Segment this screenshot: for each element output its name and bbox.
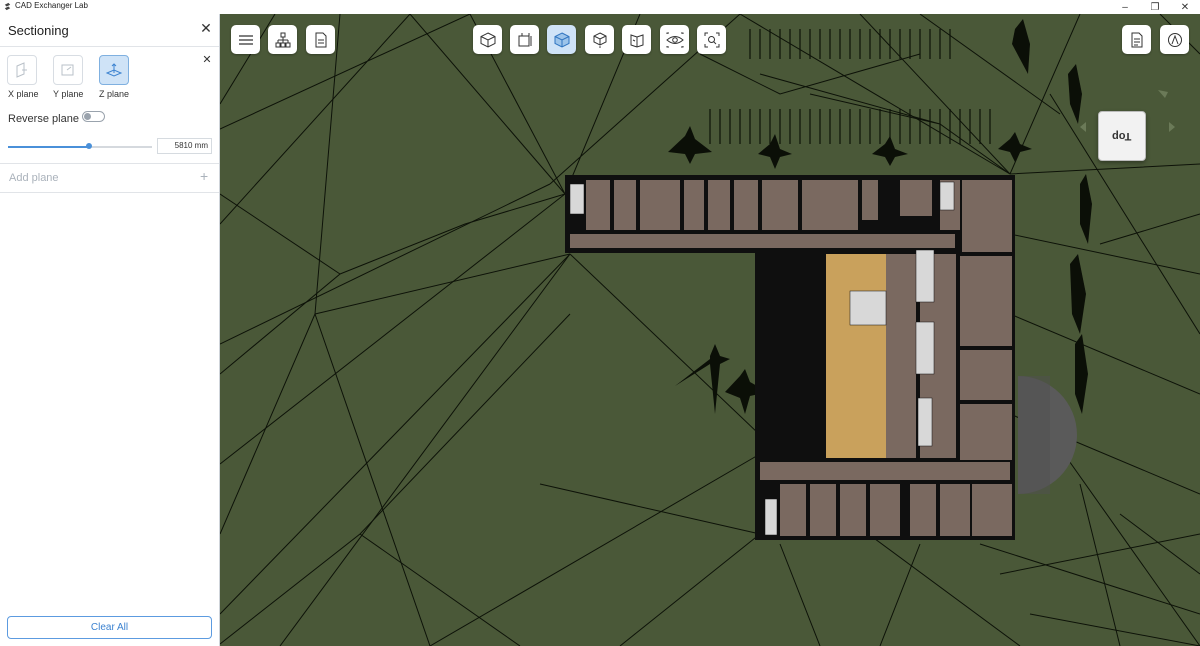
properties-icon: [315, 32, 326, 47]
window-close-button[interactable]: ✕: [1170, 0, 1200, 14]
add-plane-icon[interactable]: +: [200, 168, 208, 184]
display-mode-icon: [554, 31, 569, 48]
x-plane-icon: [16, 62, 27, 78]
shaded-view-button[interactable]: [473, 25, 502, 54]
document-button[interactable]: [1122, 25, 1151, 54]
app-logo-icon: [4, 2, 11, 11]
structure-tree-icon: [275, 32, 290, 47]
structure-tree-button[interactable]: [268, 25, 297, 54]
view-cube[interactable]: Top: [1098, 111, 1146, 161]
z-plane-button[interactable]: [99, 55, 129, 85]
visibility-button[interactable]: [660, 25, 689, 54]
document-icon: [1131, 32, 1142, 47]
close-plane-button[interactable]: ✕: [199, 51, 215, 67]
plane-position-slider[interactable]: [8, 143, 152, 149]
view-cube-face-label: Top: [1112, 130, 1132, 142]
add-plane-label: Add plane: [9, 172, 59, 184]
menu-button[interactable]: [231, 25, 260, 54]
z-plane-label: Z plane: [99, 89, 130, 99]
y-plane-label: Y plane: [53, 89, 84, 99]
window-title: CAD Exchanger Lab: [15, 1, 88, 10]
clear-all-button[interactable]: Clear All: [7, 616, 212, 639]
shaded-view-icon: [480, 31, 495, 48]
properties-button[interactable]: [306, 25, 335, 54]
measure-button[interactable]: [622, 25, 651, 54]
terrain-model: [220, 14, 1200, 646]
panel-header: Sectioning ✕: [0, 14, 219, 47]
visibility-icon: [665, 32, 684, 47]
3d-viewport[interactable]: Top: [220, 14, 1200, 646]
y-plane-button[interactable]: [53, 55, 83, 85]
sectioning-icon: [518, 32, 531, 46]
profile-button[interactable]: [1160, 25, 1189, 54]
fit-all-icon: [704, 32, 719, 47]
add-plane-row[interactable]: Add plane +: [0, 163, 219, 193]
close-panel-button[interactable]: ✕: [198, 20, 214, 36]
fit-all-button[interactable]: [697, 25, 726, 54]
display-mode-button[interactable]: [547, 25, 576, 54]
explode-button[interactable]: [585, 25, 614, 54]
profile-icon: [1167, 32, 1182, 47]
measure-icon: [630, 33, 643, 48]
restore-button[interactable]: ❐: [1140, 0, 1170, 14]
sectioning-panel: Sectioning ✕ ✕ X plane Y plane Z plane R…: [0, 14, 220, 646]
title-bar: CAD Exchanger Lab – ❐ ✕: [0, 0, 1200, 14]
plane-position-input[interactable]: 5810 mm: [157, 138, 212, 154]
sectioning-tool-button[interactable]: [510, 25, 539, 54]
y-plane-icon: [61, 64, 74, 76]
x-plane-label: X plane: [8, 89, 39, 99]
explode-icon: [593, 31, 606, 48]
reverse-plane-label: Reverse plane: [8, 113, 79, 125]
z-plane-icon: [105, 63, 123, 77]
reverse-plane-toggle[interactable]: [82, 111, 105, 122]
x-plane-button[interactable]: [7, 55, 37, 85]
panel-title: Sectioning: [8, 23, 69, 38]
minimize-button[interactable]: –: [1110, 0, 1140, 14]
slider-handle[interactable]: [85, 143, 92, 149]
menu-icon: [238, 34, 253, 45]
